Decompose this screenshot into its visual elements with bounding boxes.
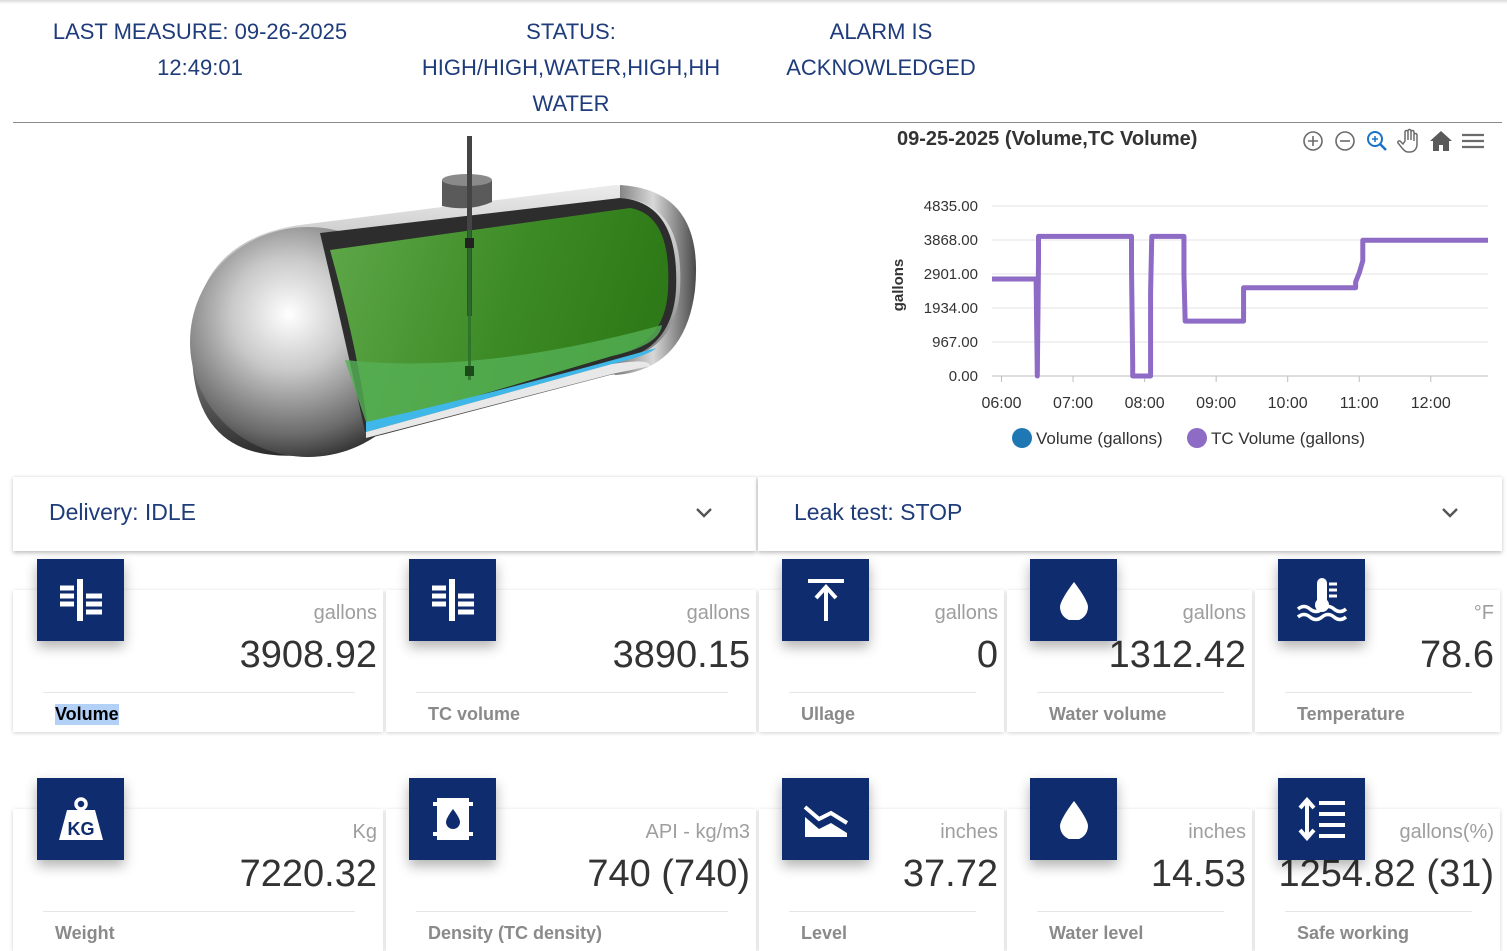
label: Level xyxy=(801,923,848,943)
divider xyxy=(789,692,976,693)
value: 78.6 xyxy=(1420,634,1494,676)
x-tick-label: 10:00 xyxy=(1268,395,1308,412)
tc-volume-icon xyxy=(409,559,496,641)
top-shadow xyxy=(0,0,1507,4)
x-tick-label: 09:00 xyxy=(1196,395,1236,412)
zoom-selection-icon[interactable] xyxy=(1364,126,1390,156)
tank-illustration xyxy=(180,130,720,470)
x-tick-label: 12:00 xyxy=(1411,395,1451,412)
header-divider xyxy=(13,122,1502,123)
chart-toolbar xyxy=(1300,126,1486,156)
label: Weight xyxy=(55,923,115,943)
value: 3908.92 xyxy=(239,634,377,676)
unit: inches xyxy=(1188,821,1246,843)
chevron-down-icon[interactable] xyxy=(1438,501,1462,525)
divider xyxy=(43,911,355,912)
x-tick-label: 06:00 xyxy=(982,395,1022,412)
value: 0 xyxy=(976,634,998,676)
x-tick-label: 08:00 xyxy=(1125,395,1165,412)
y-axis-label: gallons xyxy=(890,259,907,312)
divider xyxy=(416,911,728,912)
leak-test-status: Leak test: STOP xyxy=(794,499,963,525)
leak-test-panel[interactable]: Leak test: STOP xyxy=(758,476,1502,551)
label: Water level xyxy=(1049,923,1144,943)
value: 7220.32 xyxy=(239,853,377,895)
last-measure: LAST MEASURE: 09-26-2025 12:49:01 xyxy=(40,14,360,86)
legend-label: Volume (gallons) xyxy=(1036,429,1163,448)
value: 1312.42 xyxy=(1108,634,1246,676)
unit: °F xyxy=(1473,602,1494,624)
value: 3890.15 xyxy=(612,634,750,676)
label: Volume xyxy=(55,704,119,725)
chart-title: 09-25-2025 (Volume,TC Volume) xyxy=(897,128,1198,150)
chevron-down-icon[interactable] xyxy=(692,501,716,525)
divider xyxy=(1285,911,1472,912)
y-tick-label: 967.00 xyxy=(932,334,978,351)
series-line-volume xyxy=(992,234,1488,378)
label: Density (TC density) xyxy=(428,923,603,943)
x-tick-label: 11:00 xyxy=(1340,395,1379,412)
alarm-line-2: ACKNOWLEDGED xyxy=(786,55,976,80)
label: Safe working xyxy=(1297,923,1410,943)
label: TC volume xyxy=(428,704,521,724)
weight-kg-icon: KG xyxy=(37,778,124,860)
last-measure-time: 12:49:01 xyxy=(157,55,243,80)
y-tick-label: 2901.00 xyxy=(924,266,978,283)
divider xyxy=(416,692,728,693)
status-line-3: WATER xyxy=(532,91,610,116)
legend-marker xyxy=(1187,428,1207,448)
value: 37.72 xyxy=(902,853,998,895)
unit: gallons xyxy=(686,602,750,624)
y-tick-label: 1934.00 xyxy=(924,300,978,317)
delivery-status: Delivery: IDLE xyxy=(49,499,196,525)
legend-label: TC Volume (gallons) xyxy=(1211,429,1365,448)
y-tick-label: 3868.00 xyxy=(924,232,978,249)
alarm-text: ALARM IS ACKNOWLEDGED xyxy=(770,14,992,86)
divider xyxy=(1285,692,1472,693)
status-line-1: STATUS: xyxy=(526,19,616,44)
pan-icon[interactable] xyxy=(1396,126,1422,156)
label: Ullage xyxy=(801,704,856,724)
unit: gallons(%) xyxy=(1399,821,1494,843)
unit: API - kg/m3 xyxy=(645,821,750,843)
unit: gallons xyxy=(934,602,998,624)
volume-chart: gallons 4835.00 3868.00 2901.00 1934.00 967.… xyxy=(890,198,1488,448)
menu-icon[interactable] xyxy=(1460,126,1486,156)
water-drop-icon xyxy=(1030,778,1117,860)
last-measure-date: LAST MEASURE: 09-26-2025 xyxy=(52,19,348,44)
divider xyxy=(789,911,976,912)
divider xyxy=(1037,911,1224,912)
water-drop-icon xyxy=(1030,559,1117,641)
home-icon[interactable] xyxy=(1428,126,1454,156)
unit: gallons xyxy=(1182,602,1246,624)
safe-working-icon xyxy=(1278,778,1365,860)
series-line-tc-volume xyxy=(992,233,1488,379)
divider xyxy=(1037,692,1224,693)
divider xyxy=(43,692,355,693)
zoom-out-icon[interactable] xyxy=(1332,126,1358,156)
ullage-icon xyxy=(782,559,869,641)
label: Water volume xyxy=(1049,704,1167,724)
level-icon xyxy=(782,778,869,860)
status-text: STATUS: HIGH/HIGH,WATER,HIGH,HH WATER xyxy=(410,14,732,122)
barrel-icon xyxy=(409,778,496,860)
alarm-line-1: ALARM IS xyxy=(829,19,933,44)
unit: inches xyxy=(940,821,998,843)
unit: Kg xyxy=(352,821,377,843)
y-tick-label: 4835.00 xyxy=(924,198,978,215)
x-tick-label: 07:00 xyxy=(1053,395,1093,412)
unit: gallons xyxy=(313,602,377,624)
svg-text:KG: KG xyxy=(67,819,94,839)
legend-marker xyxy=(1012,428,1032,448)
value: 14.53 xyxy=(1150,853,1246,895)
delivery-panel[interactable]: Delivery: IDLE xyxy=(13,476,756,551)
status-line-2: HIGH/HIGH,WATER,HIGH,HH xyxy=(421,55,721,80)
zoom-in-icon[interactable] xyxy=(1300,126,1326,156)
temperature-icon xyxy=(1278,559,1365,641)
volume-icon xyxy=(37,559,124,641)
label: Temperature xyxy=(1297,704,1405,724)
y-tick-label: 0.00 xyxy=(949,368,978,385)
value: 740 (740) xyxy=(587,853,750,895)
